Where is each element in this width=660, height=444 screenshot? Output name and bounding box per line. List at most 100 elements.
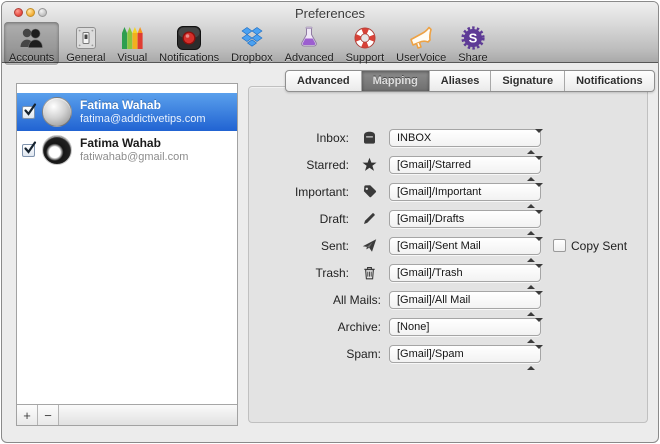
dropbox-icon	[239, 24, 265, 52]
toolbar-item-general[interactable]: General	[61, 22, 110, 65]
mapping-row-sent: Sent: [Gmail]/Sent Mail Copy Sent	[249, 232, 647, 262]
checkmark-icon	[24, 102, 37, 116]
mapping-row-trash: Trash: [Gmail]/Trash	[249, 259, 647, 289]
toolbar-item-advanced[interactable]: Advanced	[280, 22, 339, 65]
copy-sent-option: Copy Sent	[553, 239, 627, 253]
general-icon	[73, 24, 99, 52]
starred-folder-select[interactable]: [Gmail]/Starred	[389, 155, 543, 181]
checkmark-icon	[24, 140, 37, 154]
mapping-row-archive: Archive: [None]	[249, 313, 647, 343]
account-row[interactable]: Fatima Wahab fatima@addictivetips.com	[17, 93, 237, 131]
accounts-icon	[18, 24, 45, 52]
mapping-row-all-mails: All Mails: [Gmail]/All Mail	[249, 286, 647, 316]
stepper-arrows-icon	[527, 209, 543, 235]
stepper-arrows-icon	[527, 128, 543, 154]
megaphone-icon	[408, 24, 434, 52]
stepper-arrows-icon	[527, 155, 543, 181]
copy-sent-checkbox[interactable]	[553, 239, 566, 252]
account-enabled-checkbox[interactable]	[22, 102, 37, 119]
titlebar-toolbar: Preferences Accounts General Visual Noti…	[2, 2, 658, 65]
accounts-list: Fatima Wahab fatima@addictivetips.com Fa…	[17, 84, 237, 404]
pencil-icon	[349, 211, 389, 226]
toolbar-item-share[interactable]: S Share	[453, 22, 492, 65]
row-label: Draft:	[319, 211, 349, 226]
account-avatar	[42, 97, 72, 127]
all-mails-folder-select[interactable]: [Gmail]/All Mail	[389, 290, 543, 316]
toolbar: Accounts General Visual Notifications Dr…	[4, 22, 495, 65]
stepper-arrows-icon	[527, 290, 543, 316]
star-icon	[349, 157, 389, 172]
stepper-arrows-icon	[527, 236, 543, 262]
remove-account-button[interactable]: −	[38, 405, 59, 425]
row-label: Trash:	[315, 265, 349, 280]
tab-aliases[interactable]: Aliases	[430, 71, 492, 91]
toolbar-item-visual[interactable]: Visual	[112, 22, 152, 65]
window-title: Preferences	[294, 6, 366, 21]
account-name: Fatima Wahab	[80, 136, 161, 150]
row-label: All Mails:	[332, 292, 381, 307]
mapping-row-spam: Spam: [Gmail]/Spam	[249, 340, 647, 370]
notifications-icon	[176, 24, 202, 52]
svg-text:S: S	[469, 31, 478, 46]
row-label: Archive:	[337, 319, 381, 334]
account-name: Fatima Wahab	[80, 98, 161, 112]
sent-folder-select[interactable]: [Gmail]/Sent Mail	[389, 236, 543, 262]
stepper-arrows-icon	[527, 317, 543, 343]
toolbar-item-accounts[interactable]: Accounts	[4, 22, 60, 65]
trash-folder-select[interactable]: [Gmail]/Trash	[389, 263, 543, 289]
toolbar-item-label: Advanced	[284, 52, 334, 64]
draft-folder-select[interactable]: [Gmail]/Drafts	[389, 209, 543, 235]
mapping-row-important: Important: [Gmail]/Important	[249, 178, 647, 208]
stepper-arrows-icon	[527, 263, 543, 289]
lifebuoy-icon	[352, 24, 378, 52]
mapping-form: Inbox: INBOX Starred: [Gmail]/Starred Im…	[249, 124, 647, 370]
important-folder-select[interactable]: [Gmail]/Important	[389, 182, 543, 208]
stepper-arrows-icon	[527, 182, 543, 208]
toolbar-item-label: Accounts	[9, 52, 55, 64]
mapping-row-inbox: Inbox: INBOX	[249, 124, 647, 154]
settings-tabs: Advanced Mapping Aliases Signature Notif…	[285, 70, 655, 92]
share-gear-icon: S	[460, 24, 486, 52]
inbox-icon	[349, 130, 389, 145]
flask-icon	[296, 24, 322, 52]
tab-advanced[interactable]: Advanced	[286, 71, 362, 91]
paper-plane-icon	[349, 238, 389, 253]
mapping-row-draft: Draft: [Gmail]/Drafts	[249, 205, 647, 235]
preferences-window: Preferences Accounts General Visual Noti…	[1, 1, 659, 443]
tab-mapping[interactable]: Mapping	[361, 71, 430, 91]
accounts-list-panel: Fatima Wahab fatima@addictivetips.com Fa…	[16, 83, 238, 426]
toolbar-item-label: Share	[458, 52, 488, 64]
row-label: Important:	[294, 184, 349, 199]
stepper-arrows-icon	[527, 344, 543, 370]
add-account-button[interactable]: +	[17, 405, 38, 425]
account-avatar	[42, 135, 72, 165]
row-label: Spam:	[346, 346, 381, 361]
spam-folder-select[interactable]: [Gmail]/Spam	[389, 344, 543, 370]
archive-folder-select[interactable]: [None]	[389, 317, 543, 343]
toolbar-item-label: UserVoice	[396, 52, 447, 64]
toolbar-item-notifications[interactable]: Notifications	[154, 22, 224, 65]
toolbar-item-label: Dropbox	[231, 52, 273, 64]
mapping-row-starred: Starred: [Gmail]/Starred	[249, 151, 647, 181]
toolbar-item-label: Visual	[117, 52, 148, 64]
row-label: Inbox:	[316, 130, 349, 145]
toolbar-item-label: Support	[345, 52, 385, 64]
tag-icon	[349, 184, 389, 199]
toolbar-item-uservoice[interactable]: UserVoice	[391, 22, 451, 65]
row-label: Sent:	[320, 238, 349, 253]
account-enabled-checkbox[interactable]	[22, 140, 37, 157]
copy-sent-label: Copy Sent	[571, 238, 628, 253]
list-footer-bar: + −	[17, 404, 237, 425]
account-row[interactable]: Fatima Wahab fatiwahab@gmail.com	[17, 131, 237, 169]
inbox-folder-select[interactable]: INBOX	[389, 128, 543, 154]
trash-icon	[349, 265, 389, 280]
toolbar-item-label: General	[66, 52, 106, 64]
account-email: fatiwahab@gmail.com	[80, 151, 189, 163]
account-email: fatima@addictivetips.com	[80, 113, 206, 125]
toolbar-item-dropbox[interactable]: Dropbox	[226, 22, 278, 65]
visual-icon	[119, 24, 145, 52]
tab-signature[interactable]: Signature	[491, 71, 566, 91]
tab-notifications[interactable]: Notifications	[565, 71, 654, 91]
toolbar-item-support[interactable]: Support	[341, 22, 390, 65]
row-label: Starred:	[306, 157, 349, 172]
